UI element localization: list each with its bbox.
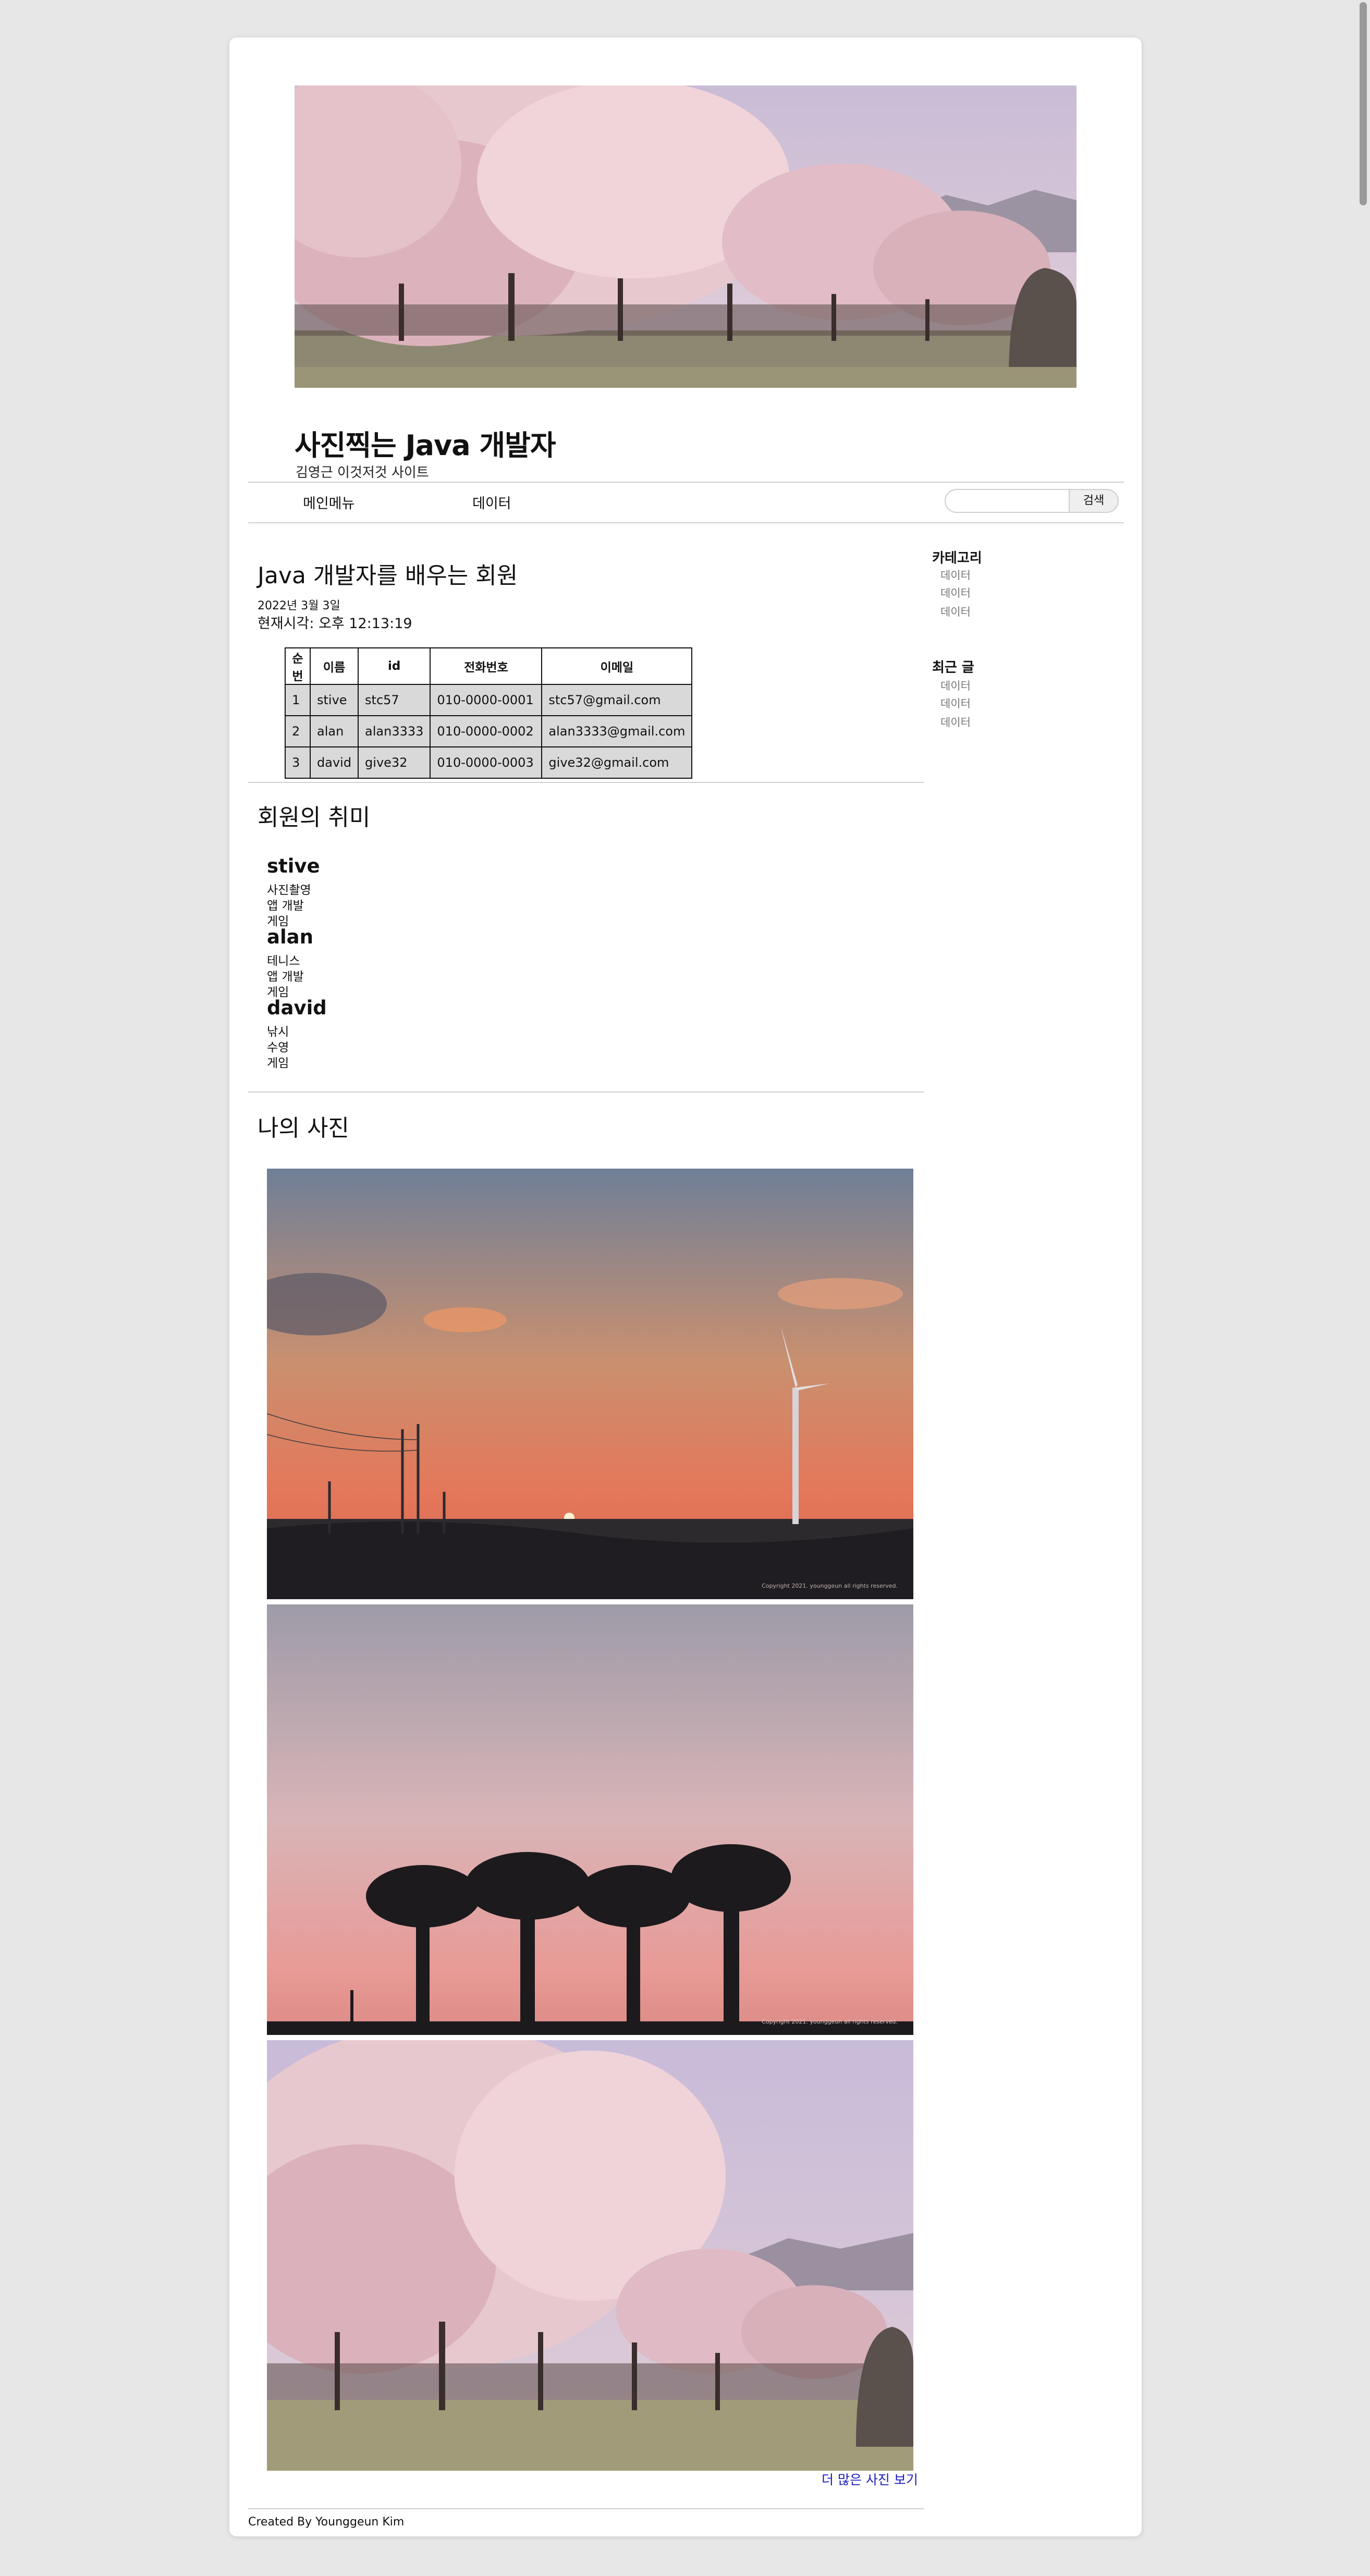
column-header: 전화번호 — [430, 647, 543, 685]
table-cell: stc57@gmail.com — [541, 684, 693, 716]
sidebar-categories-heading: 카테고리 — [932, 550, 982, 566]
photo-watermark: Copyright 2021. younggeun all rights res… — [762, 1583, 898, 1589]
hobby-item: 사진촬영 — [267, 884, 311, 897]
hobby-item: 게임 — [267, 1057, 289, 1070]
page-container: 사진찍는 Java 개발자 김영근 이것저것 사이트 메인메뉴 데이터 검색 J… — [229, 38, 1142, 2536]
current-time: 현재시각: 오후 12:13:19 — [258, 616, 412, 632]
header-banner-image — [295, 85, 1077, 388]
table-cell: alan3333 — [358, 715, 431, 747]
scrollbar-thumb[interactable] — [1360, 2, 1367, 205]
more-photos-link[interactable]: 더 많은 사진 보기 — [822, 2470, 918, 2488]
hobby-item: 테니스 — [267, 954, 300, 968]
nav-item-main-menu[interactable]: 메인메뉴 — [303, 492, 354, 512]
date-text: 2022년 3월 3일 — [258, 599, 340, 612]
table-row: 2 alan alan3333 010-0000-0002 alan3333@g… — [285, 715, 693, 747]
table-cell: 010-0000-0001 — [430, 684, 543, 716]
sidebar-category-item[interactable]: 데이터 — [940, 604, 971, 619]
photo-cherry-blossoms — [267, 2040, 913, 2471]
sidebar-category-item[interactable]: 데이터 — [940, 567, 971, 583]
hobby-item: 앱 개발 — [267, 970, 304, 984]
sidebar-recent-heading: 최근 글 — [932, 660, 974, 676]
hobby-person-name: david — [267, 997, 327, 1019]
table-cell: 3 — [285, 746, 311, 779]
hobby-item: 앱 개발 — [267, 899, 304, 913]
site-subtitle: 김영근 이것저것 사이트 — [296, 465, 429, 481]
table-cell: give32@gmail.com — [541, 746, 693, 779]
table-cell: stive — [309, 684, 359, 716]
site-title: 사진찍는 Java 개발자 — [295, 429, 556, 462]
section-divider — [248, 782, 924, 783]
table-cell: 010-0000-0003 — [430, 746, 543, 779]
table-cell: 1 — [285, 684, 311, 716]
scrollbar-track[interactable] — [1356, 0, 1370, 2576]
photo-palm-trees: Copyright 2021. younggeun all rights res… — [267, 1604, 913, 2035]
column-header: id — [358, 647, 431, 685]
sidebar-category-item[interactable]: 데이터 — [940, 585, 971, 600]
sidebar-recent-item[interactable]: 데이터 — [940, 714, 971, 730]
search-input[interactable] — [945, 489, 1070, 513]
table-cell: david — [309, 746, 359, 779]
photo-sunset-windmill: Copyright 2021. younggeun all rights res… — [267, 1169, 913, 1599]
table-cell: alan3333@gmail.com — [541, 715, 693, 747]
table-cell: 2 — [285, 715, 311, 747]
footer-divider — [248, 2508, 924, 2509]
table-cell: alan — [309, 715, 359, 747]
search-button[interactable]: 검색 — [1069, 489, 1119, 513]
hobbies-heading: 회원의 취미 — [258, 804, 371, 831]
column-header: 순번 — [285, 647, 311, 685]
section-divider — [248, 1091, 924, 1093]
members-heading: Java 개발자를 배우는 회원 — [258, 562, 518, 589]
nav-item-data[interactable]: 데이터 — [472, 492, 511, 512]
photos-heading: 나의 사진 — [258, 1115, 349, 1142]
table-cell: 010-0000-0002 — [430, 715, 543, 747]
hobby-person-name: alan — [267, 926, 313, 948]
table-cell: give32 — [358, 746, 431, 779]
hobby-person-name: stive — [267, 855, 320, 877]
sidebar-recent-item[interactable]: 데이터 — [940, 695, 971, 711]
column-header: 이메일 — [541, 647, 693, 685]
column-header: 이름 — [309, 647, 359, 685]
hobby-item: 수영 — [267, 1041, 289, 1054]
table-cell: stc57 — [358, 684, 431, 716]
photo-watermark: Copyright 2021. younggeun all rights res… — [762, 2018, 898, 2025]
members-table: 순번 이름 id 전화번호 이메일 1 stive stc57 010-0000… — [285, 647, 693, 779]
table-row: 1 stive stc57 010-0000-0001 stc57@gmail.… — [285, 684, 693, 716]
footer-credit: Created By Younggeun Kim — [248, 2516, 405, 2529]
table-header-row: 순번 이름 id 전화번호 이메일 — [285, 647, 693, 685]
table-row: 3 david give32 010-0000-0003 give32@gmai… — [285, 746, 693, 779]
sidebar-recent-item[interactable]: 데이터 — [940, 678, 971, 693]
hobby-item: 낚시 — [267, 1025, 289, 1039]
